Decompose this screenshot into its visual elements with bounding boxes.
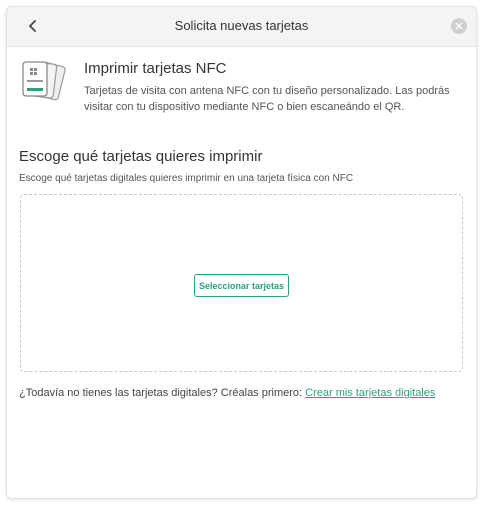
cards-selection-area: Seleccionar tarjetas [20,194,463,372]
nfc-cards-icon [22,61,66,101]
nfc-section-title: Imprimir tarjetas NFC [84,60,227,77]
close-icon [455,22,463,30]
create-digital-cards-link[interactable]: Crear mis tarjetas digitales [305,387,435,399]
choose-cards-description: Escoge qué tarjetas digitales quieres im… [19,173,354,184]
dialog-title: Solicita nuevas tarjetas [174,18,309,33]
footer-hint: ¿Todavía no tienes las tarjetas digitale… [19,387,435,399]
request-cards-dialog: Solicita nuevas tarjetas Imprimir tarjet… [6,6,477,499]
nfc-section-description: Tarjetas de visita con antena NFC con tu… [84,85,450,113]
choose-cards-title: Escoge qué tarjetas quieres imprimir [19,148,263,165]
close-button[interactable] [451,18,467,34]
footer-text: ¿Todavía no tienes las tarjetas digitale… [19,387,303,399]
dialog-header: Solicita nuevas tarjetas [7,7,476,47]
select-cards-button[interactable]: Seleccionar tarjetas [194,274,289,297]
